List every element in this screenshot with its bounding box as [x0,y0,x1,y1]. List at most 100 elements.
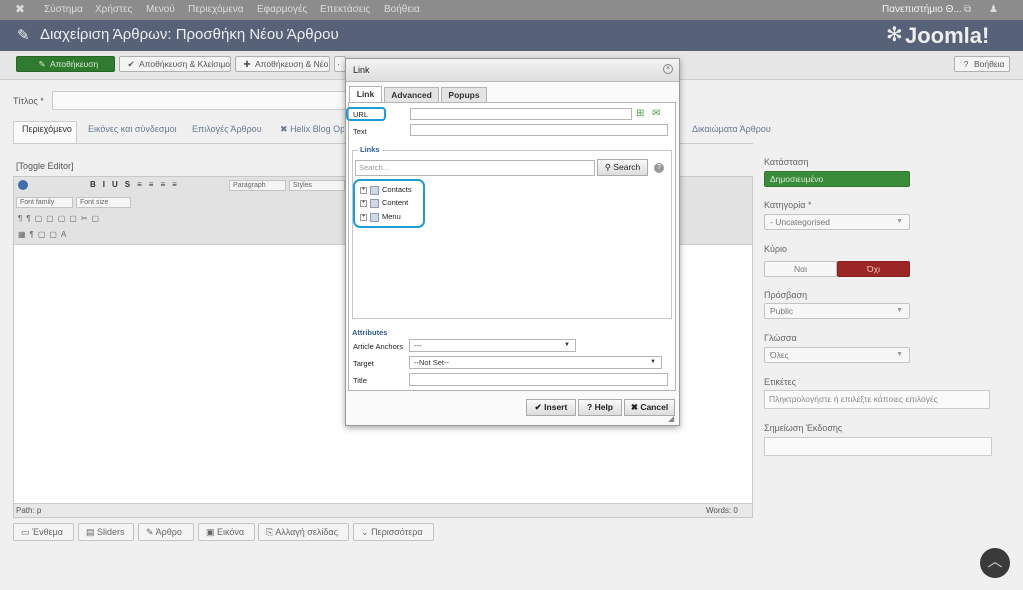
font-size-select[interactable]: Font size [76,197,131,208]
category-value: - Uncategorised [770,217,831,227]
editor-help-icon[interactable] [18,180,28,190]
dialog-tab-link[interactable]: Link [349,86,382,103]
paragraph-select[interactable]: Paragraph [229,180,286,191]
plus-icon[interactable]: + [360,213,367,221]
save-close-button[interactable]: ✔ Αποθήκευση & Κλείσιμο [119,56,231,72]
version-note-label: Σημείωση Έκδοσης [764,423,843,433]
nav-content[interactable]: Περιεχόμενα [188,4,244,15]
tab-permissions[interactable]: Δικαιώματα Άρθρου [692,124,771,134]
nav-menus[interactable]: Μενού [146,4,175,15]
editor-row4-icon[interactable]: ▦¶▢▢A [18,230,70,239]
text-input[interactable] [410,124,668,136]
save-new-button[interactable]: ✚ Αποθήκευση & Νέο [235,56,330,72]
title-attr-input[interactable] [409,373,668,386]
readmore-button[interactable]: ⌄ Περισσότερα [353,523,434,541]
title-label: Τίτλος * [13,96,44,106]
module-button[interactable]: ▭ Ένθεμα [13,523,74,541]
tree-item-content[interactable]: + Content [360,198,408,208]
readmore-label: Περισσότερα [371,527,423,537]
search-placeholder: Search... [359,163,390,172]
save-new-label: Αποθήκευση & Νέο [255,59,329,69]
language-value: Όλες [770,350,789,360]
target-label: Target [353,359,374,368]
dialog-tab-popups[interactable]: Popups [441,87,487,102]
folder-icon [370,212,379,222]
links-search-input[interactable]: Search... [355,160,595,176]
image-icon: ▣ [206,527,215,537]
tab-helix-blog[interactable]: ✖ Helix Blog Opt [280,124,344,135]
dialog-tab-advanced[interactable]: Advanced [384,87,439,102]
external-link-icon[interactable]: ⧉ [964,4,971,15]
category-select[interactable]: - Uncategorised ▼ [764,214,910,230]
plus-icon[interactable]: + [360,186,367,194]
version-note-input[interactable] [764,437,992,456]
insert-button[interactable]: ✔ Insert [526,399,576,416]
tree-label-menu: Menu [382,212,401,221]
title-input[interactable] [52,91,346,110]
url-input[interactable] [410,108,632,120]
nav-users[interactable]: Χρήστες [95,4,132,15]
anchors-select[interactable]: --- ▼ [409,339,576,352]
target-select[interactable]: --Not Set-- ▼ [409,356,662,369]
links-legend: Links [358,145,382,154]
user-icon[interactable]: ♟ [989,4,998,15]
tree-label-contacts: Contacts [382,185,412,194]
help-button[interactable]: ? Βοήθεια [954,56,1010,72]
chevron-down-icon: ▼ [896,218,903,225]
links-help-icon[interactable]: ? [654,163,664,173]
editor-words: Words: 0 [706,506,738,515]
tree-item-menu[interactable]: + Menu [360,212,401,222]
folder-icon [370,185,379,195]
links-search-button[interactable]: ⚲ Search [597,159,648,176]
access-select[interactable]: Public ▼ [764,303,910,319]
site-link[interactable]: Πανεπιστήμιο Θ... [882,4,962,15]
pagebreak-label: Αλλαγή σελίδας [275,527,338,537]
module-label: Ένθεμα [32,527,63,537]
toggle-editor-link[interactable]: [Toggle Editor] [16,161,74,171]
save-icon: ✎ [38,59,46,69]
sliders-label: Sliders [97,527,125,537]
nav-components[interactable]: Εφαρμογές [257,4,307,15]
tags-input[interactable]: Πληκτρολογήστε ή επιλέξτε κάποιες επιλογ… [764,390,990,409]
format-buttons-icon[interactable]: BIUS≡≡≡≡ [90,180,184,189]
nav-help[interactable]: Βοήθεια [384,4,420,15]
nav-extensions[interactable]: Επεκτάσεις [320,4,370,15]
chevron-down-icon: ▼ [650,359,656,365]
featured-no-button[interactable]: Όχι [837,261,910,277]
dialog-help-button[interactable]: ? Help [578,399,622,416]
save-button[interactable]: ✎ Αποθήκευση [16,56,115,72]
language-select[interactable]: Όλες ▼ [764,347,910,363]
tags-label: Ετικέτες [764,377,796,387]
email-icon[interactable]: ✉ [652,108,660,119]
article-button[interactable]: ✎ Άρθρο [138,523,194,541]
help-icon: ? [587,402,593,412]
insert-label: Insert [544,402,568,412]
search-button-label: Search [613,162,641,172]
font-family-select[interactable]: Font family [16,197,73,208]
nav-system[interactable]: Σύστημα [44,4,83,15]
plus-icon[interactable]: + [360,199,367,207]
tab-images-links[interactable]: Εικόνες και σύνδεσμοι [88,124,177,134]
editor-row3-icon[interactable]: ¶¶▢▢▢▢✂▢ [18,214,103,223]
resize-handle-icon[interactable]: ◢ [668,414,674,423]
category-label: Κατηγορία * [764,200,812,210]
image-button[interactable]: ▣ Εικόνα [198,523,255,541]
editor-path: Path: p [16,506,42,515]
access-label: Πρόσβαση [764,290,808,300]
sliders-button[interactable]: ▤ Sliders [78,523,134,541]
tree-item-contacts[interactable]: + Contacts [360,185,412,195]
featured-label: Κύριο [764,244,788,254]
close-icon[interactable]: × [663,64,673,74]
styles-select[interactable]: Styles [289,180,345,191]
browse-icon[interactable]: ⊞ [636,108,644,119]
tab-article-options[interactable]: Επιλογές Άρθρου [192,124,262,134]
tab-content[interactable]: Περιεχόμενο [22,124,72,134]
scroll-top-button[interactable]: ︿ [980,548,1010,578]
joomla-icon[interactable]: ✖ [15,2,25,16]
anchors-label: Article Anchors [353,342,404,351]
pagebreak-button[interactable]: ⎘ Αλλαγή σελίδας [258,523,349,541]
status-select[interactable]: Δημοσιευμένο [764,171,910,187]
joomla-logo: Joomla! [905,23,990,48]
editor-status [14,503,752,517]
featured-yes-button[interactable]: Ναι [764,261,837,277]
